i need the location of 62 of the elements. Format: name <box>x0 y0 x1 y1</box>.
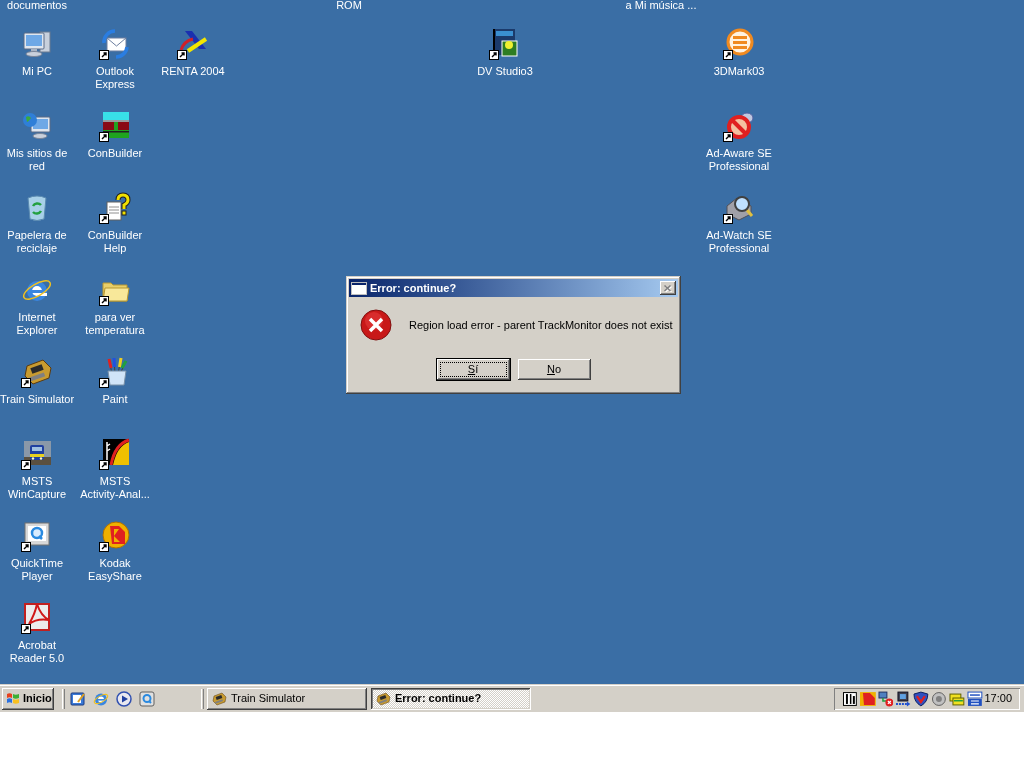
icon-label[interactable]: ROM <box>336 0 362 11</box>
badge-logo-icon[interactable] <box>966 690 983 707</box>
train-cars-icon[interactable] <box>99 110 131 142</box>
window-icon <box>351 281 367 295</box>
desktop-pencil-icon[interactable] <box>70 690 86 707</box>
locomotive-icon[interactable] <box>21 356 53 388</box>
no-sign-icon[interactable] <box>723 110 755 142</box>
icon-label[interactable]: MSTS WinCapture <box>0 475 75 501</box>
curve-logo-icon[interactable] <box>99 438 131 470</box>
icon-label[interactable]: documentos <box>7 0 67 11</box>
icon-label[interactable]: Outlook Express <box>77 65 153 91</box>
error-message: Region load error - parent TrackMonitor does not exist <box>409 318 673 332</box>
taskbar-button[interactable]: Error: continue? <box>371 687 531 710</box>
icon-label[interactable]: Ad-Watch SE Professional <box>701 229 777 255</box>
error-icon <box>360 309 392 341</box>
icon-label[interactable]: Acrobat Reader 5.0 <box>0 639 75 665</box>
magnifier-tile-icon[interactable] <box>139 690 155 707</box>
icon-label[interactable]: ConBuilder <box>87 147 143 160</box>
icon-label[interactable]: para ver temperatura <box>77 311 153 337</box>
taskbar-button[interactable]: Train Simulator <box>207 687 367 710</box>
icon-label[interactable]: DV Studio3 <box>477 65 533 78</box>
locomotive-icon <box>375 690 391 707</box>
disc-logo-icon[interactable] <box>99 520 131 552</box>
icon-label[interactable]: RENTA 2004 <box>161 65 225 78</box>
start-button[interactable]: Inicio <box>2 687 54 710</box>
icon-label[interactable]: MSTS Activity-Anal... <box>77 475 153 501</box>
bars-tile-icon[interactable] <box>842 690 858 707</box>
icon-label[interactable]: a Mi música ... <box>625 0 697 11</box>
flag-icon <box>6 692 20 705</box>
icon-label[interactable]: Train Simulator <box>0 393 75 406</box>
play-circle-icon[interactable] <box>116 690 132 707</box>
locomotive-icon <box>211 690 227 707</box>
cards-icon[interactable] <box>948 690 965 707</box>
globe-monitor-icon[interactable] <box>21 110 53 142</box>
icon-label[interactable]: Internet Explorer <box>0 311 75 337</box>
shield-icon[interactable] <box>913 690 930 707</box>
icon-label[interactable]: Kodak EasyShare <box>77 557 153 583</box>
monitor-arrow-icon[interactable] <box>895 690 912 707</box>
close-button[interactable] <box>660 281 676 295</box>
icon-label[interactable]: Mis sitios de red <box>0 147 75 173</box>
envelope-arrows-icon[interactable] <box>99 28 131 60</box>
network-error-icon[interactable] <box>877 690 894 707</box>
icon-label[interactable]: Ad-Aware SE Professional <box>701 147 777 173</box>
icon-label[interactable]: Papelera de reciclaje <box>0 229 75 255</box>
ring-lines-icon[interactable] <box>723 28 755 60</box>
icon-label[interactable]: Mi PC <box>22 65 52 78</box>
dialog-button[interactable]: No <box>516 358 592 381</box>
computer-icon[interactable] <box>21 28 53 60</box>
clock: 17:00 <box>984 691 1013 707</box>
document-swirl-icon[interactable] <box>21 602 53 634</box>
stripe-logo-icon[interactable] <box>177 28 209 60</box>
tile-logo-icon[interactable] <box>859 690 876 707</box>
help-document-icon[interactable] <box>99 192 131 224</box>
icon-label[interactable]: Paint <box>102 393 128 406</box>
photo-thumbnail-icon[interactable] <box>21 438 53 470</box>
dialog-button[interactable]: Sí <box>435 358 511 381</box>
player-screen-icon[interactable] <box>21 520 53 552</box>
icon-label[interactable]: 3DMark03 <box>713 65 765 78</box>
dialog-title: Error: continue? <box>370 281 457 295</box>
icon-label[interactable]: ConBuilder Help <box>77 229 153 255</box>
film-frame-icon[interactable] <box>489 28 521 60</box>
icon-label[interactable]: QuickTime Player <box>0 557 75 583</box>
